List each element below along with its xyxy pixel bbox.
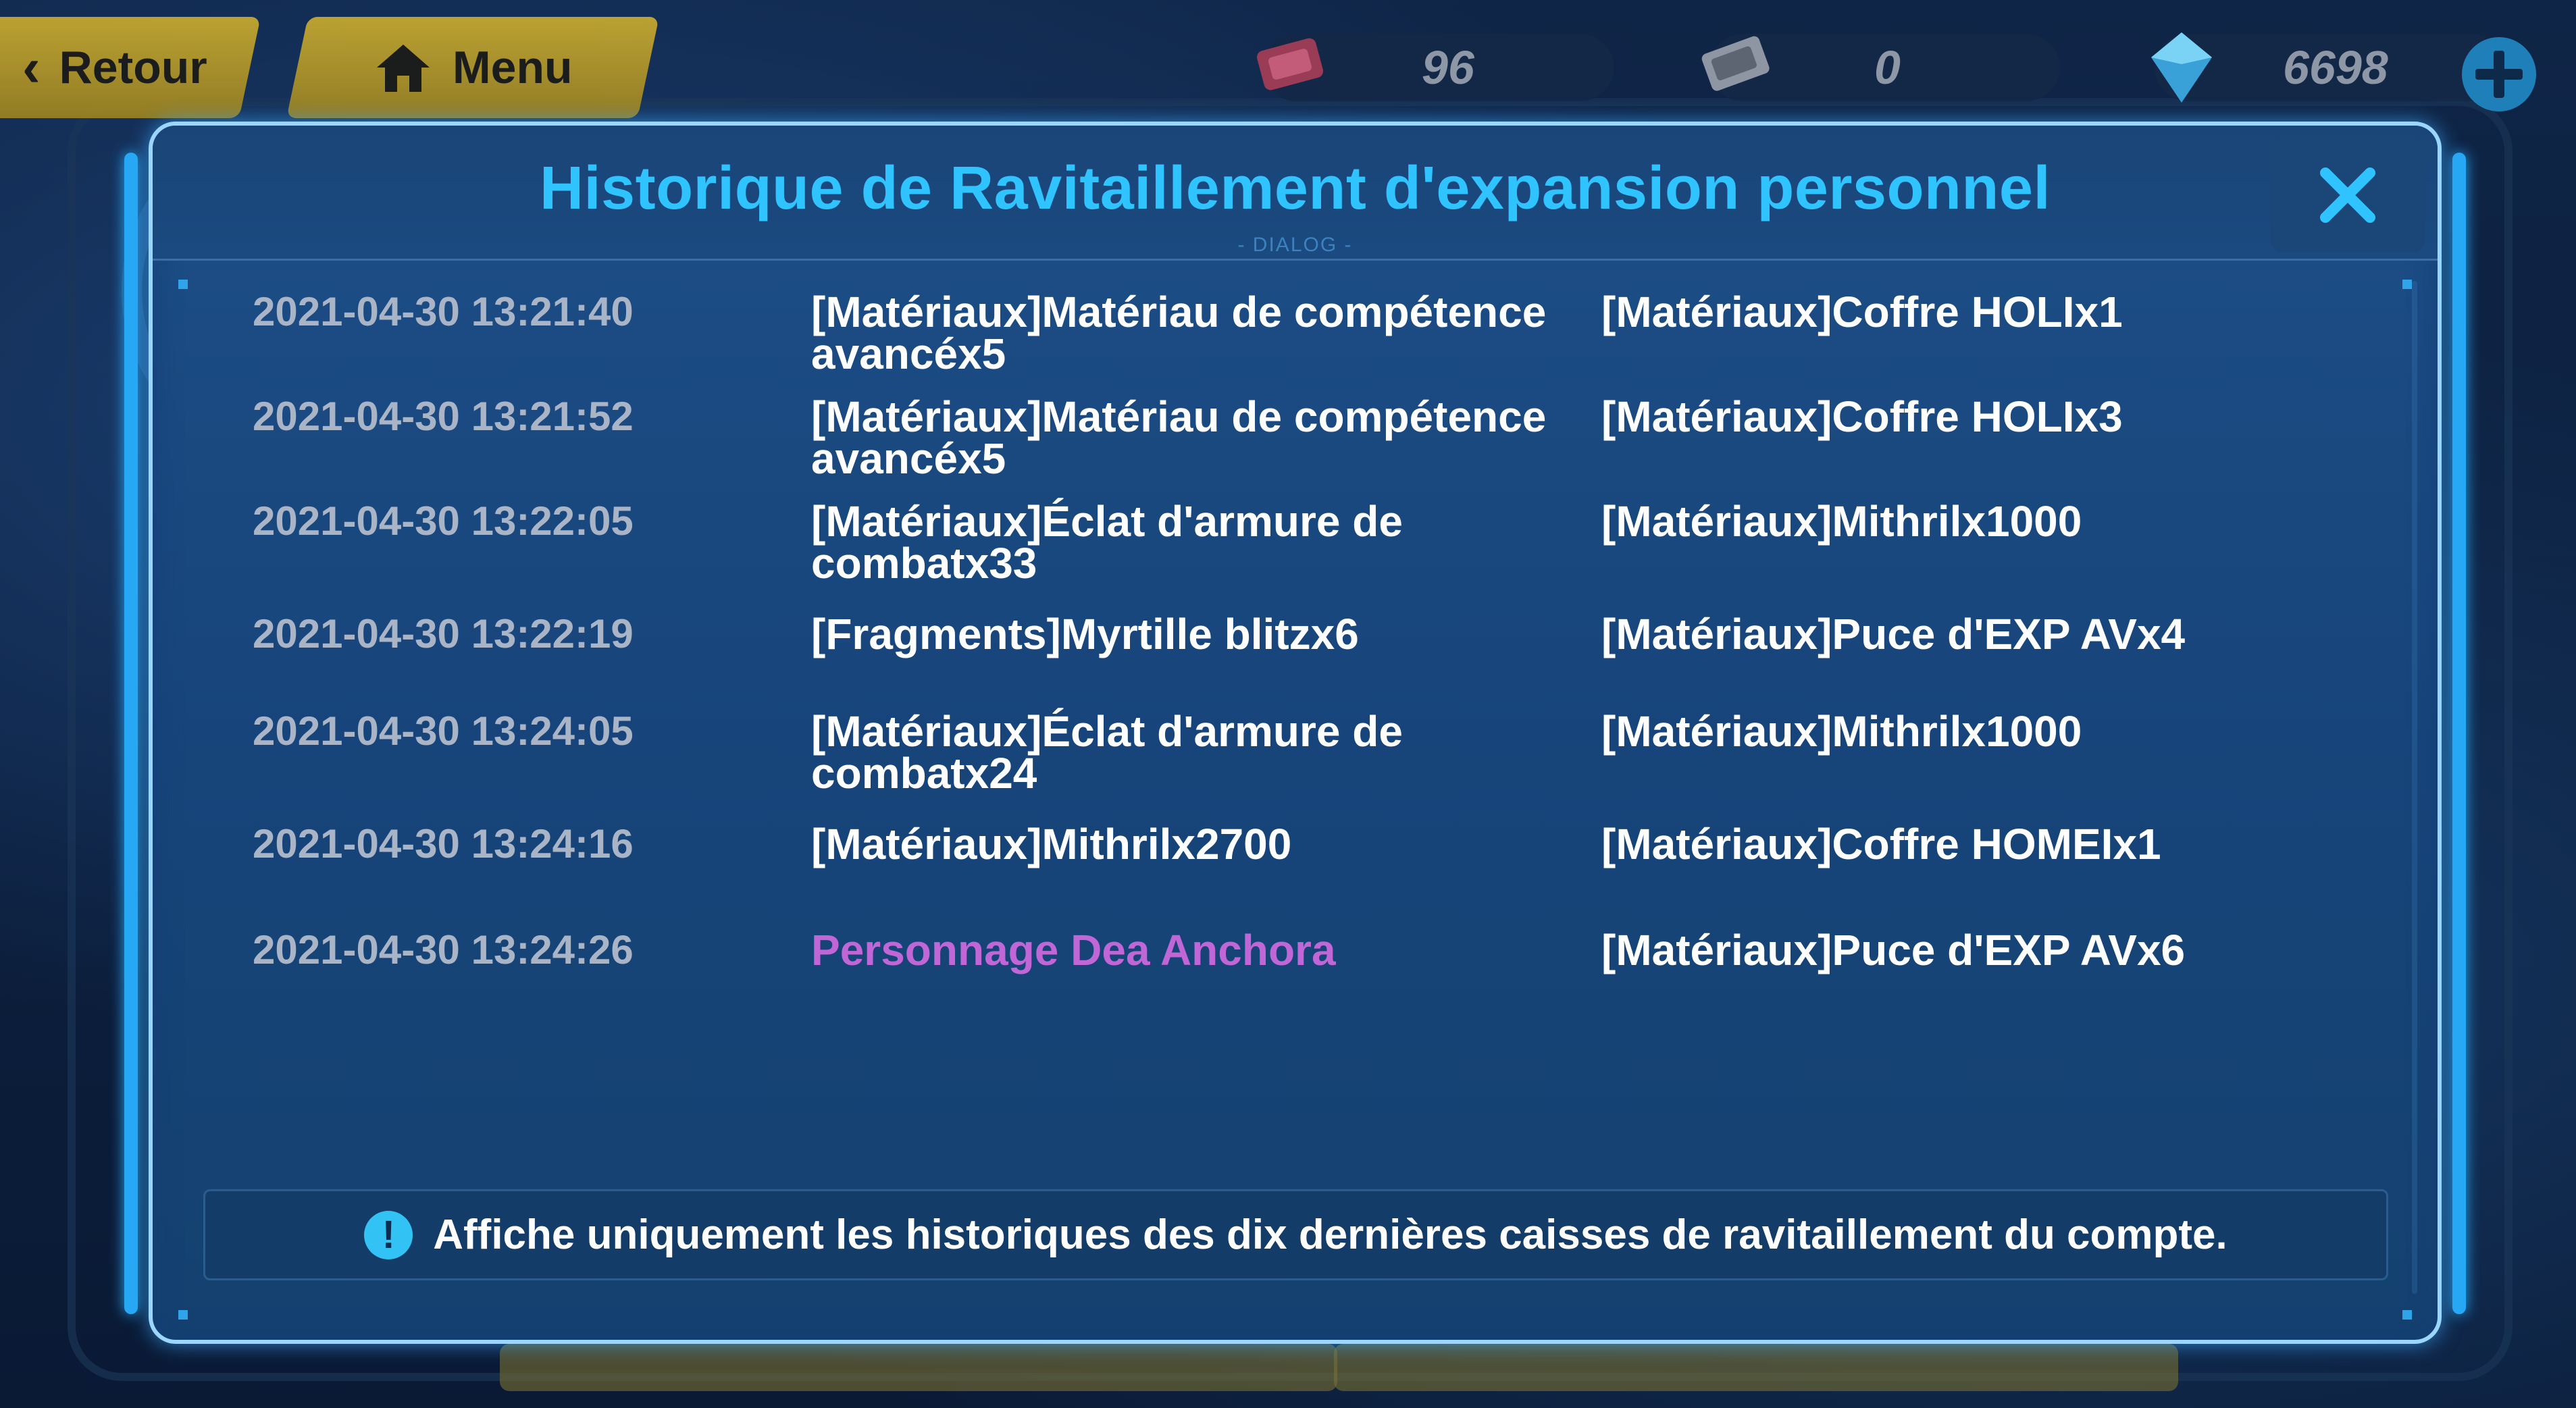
info-notice-text: Affiche uniquement les historiques des d… bbox=[433, 1211, 2227, 1258]
row-date: 2021-04-30 13:21:40 bbox=[253, 289, 634, 334]
crystal-icon bbox=[2151, 32, 2212, 103]
row-date: 2021-04-30 13:22:19 bbox=[253, 611, 634, 656]
resource-value-1: 96 bbox=[1422, 41, 1474, 94]
row-date: 2021-04-30 13:24:05 bbox=[253, 708, 634, 754]
row-reward-secondary: [Matériaux]Puce d'EXP AVx4 bbox=[1601, 610, 2186, 658]
row-reward-secondary: [Matériaux]Coffre HOMEIx1 bbox=[1601, 820, 2161, 868]
exclamation-icon: ! bbox=[364, 1210, 413, 1259]
back-button[interactable]: ‹ Retour bbox=[0, 17, 261, 118]
back-button-label: Retour bbox=[59, 42, 207, 93]
row-reward-secondary: [Matériaux]Coffre HOLIx3 bbox=[1601, 392, 2123, 441]
row-reward-primary: Personnage Dea Anchora bbox=[811, 926, 1336, 974]
row-date: 2021-04-30 13:22:05 bbox=[253, 498, 634, 544]
home-icon bbox=[377, 45, 430, 92]
row-reward-secondary: [Matériaux]Puce d'EXP AVx6 bbox=[1601, 926, 2186, 974]
resource-value-3: 6698 bbox=[2283, 41, 2388, 94]
row-date: 2021-04-30 13:24:16 bbox=[253, 821, 634, 866]
row-reward-secondary: [Matériaux]Mithrilx1000 bbox=[1601, 707, 2082, 756]
row-reward-primary: [Matériaux]Mithrilx2700 bbox=[811, 820, 1292, 868]
ticket-icon bbox=[1257, 38, 1323, 90]
resource-value-2: 0 bbox=[1874, 41, 1901, 94]
row-reward-primary: [Fragments]Myrtille blitzx6 bbox=[811, 610, 1359, 658]
menu-button-label: Menu bbox=[453, 42, 573, 93]
row-reward-primary: [Matériaux]Éclat d'armure de combatx24 bbox=[811, 707, 1403, 798]
menu-button[interactable]: Menu bbox=[286, 17, 659, 118]
row-reward-primary: [Matériaux]Matériau de compétence avancé… bbox=[811, 392, 1547, 483]
row-reward-primary: [Matériaux]Matériau de compétence avancé… bbox=[811, 288, 1547, 378]
background-button-left bbox=[500, 1344, 1337, 1391]
supply-history-dialog: Historique de Ravitaillement d'expansion… bbox=[124, 122, 2466, 1344]
history-list: 2021-04-30 13:21:40 [Matériaux]Matériau … bbox=[153, 126, 2438, 1340]
add-currency-button[interactable] bbox=[2458, 34, 2540, 115]
background-button-right bbox=[1334, 1344, 2178, 1391]
row-reward-secondary: [Matériaux]Mithrilx1000 bbox=[1601, 497, 2082, 546]
card-icon bbox=[1701, 36, 1770, 91]
row-date: 2021-04-30 13:21:52 bbox=[253, 394, 634, 439]
info-notice: ! Affiche uniquement les historiques des… bbox=[203, 1189, 2388, 1280]
row-date: 2021-04-30 13:24:26 bbox=[253, 927, 634, 972]
chevron-left-icon: ‹ bbox=[22, 37, 41, 97]
row-reward-secondary: [Matériaux]Coffre HOLIx1 bbox=[1601, 288, 2123, 336]
row-reward-primary: [Matériaux]Éclat d'armure de combatx33 bbox=[811, 497, 1403, 588]
